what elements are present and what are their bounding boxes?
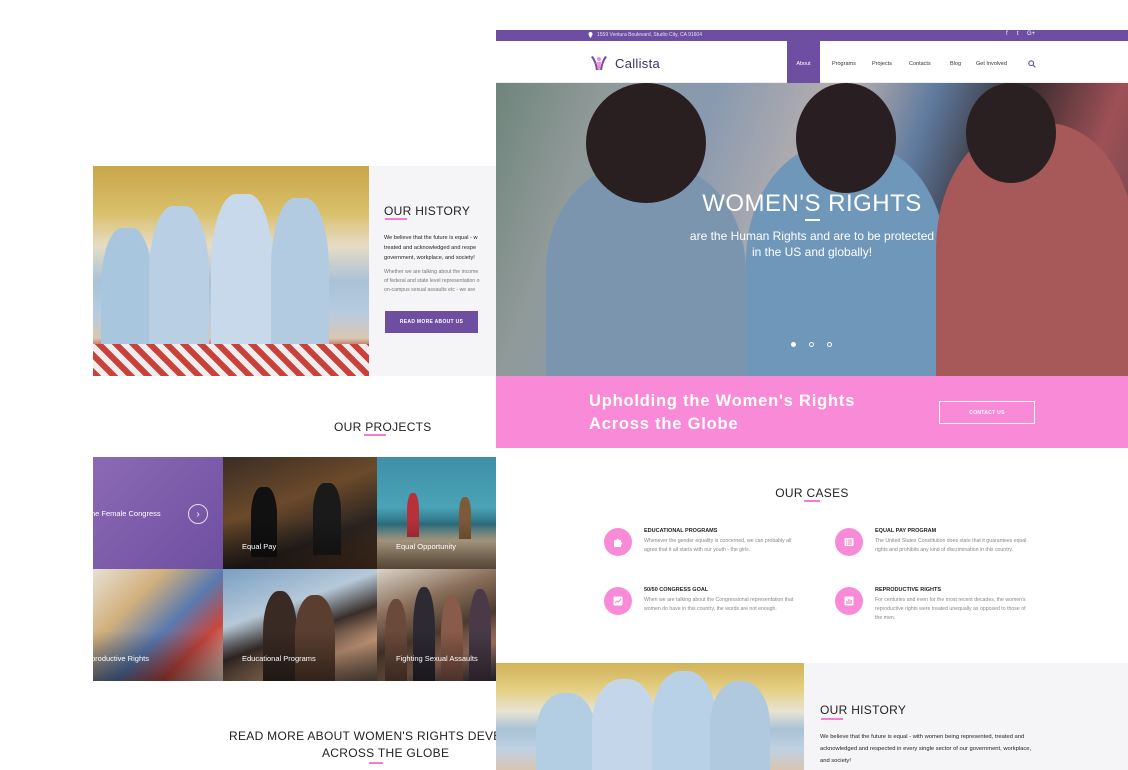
google-plus-icon[interactable]: G+ xyxy=(1027,31,1035,37)
history-lead-line: treated and acknowledged and respe xyxy=(384,245,477,251)
nav-item-get-involved[interactable]: Get Involved xyxy=(976,61,1007,67)
project-tile-equal-pay[interactable]: Equal Pay xyxy=(223,457,377,569)
title-underline xyxy=(804,500,820,502)
cases-title: OUR CASES xyxy=(775,486,849,500)
chart-icon xyxy=(604,587,632,615)
history-text: We believe that the future is equal - wi… xyxy=(820,734,1032,764)
project-tile-label: Educational Programs xyxy=(242,654,316,663)
top-bar: 1559 Ventura Boulevard, Studio City, CA … xyxy=(496,30,1128,41)
contact-us-button[interactable]: CONTACT US xyxy=(939,401,1035,424)
project-tile-fighting-sexual-assaults[interactable]: Fighting Sexual Assaults xyxy=(377,569,496,681)
hero-subtitle-line: in the US and globally! xyxy=(751,245,873,259)
history-lead-line: government, workplace, and society! xyxy=(384,255,475,261)
slider-dot[interactable] xyxy=(791,342,796,347)
case-text: When we are talking about the Congressio… xyxy=(644,597,794,613)
search-icon[interactable] xyxy=(1028,60,1036,68)
history-body-line: on-campus sexual assaults etc - we are xyxy=(384,287,476,293)
project-tile-female-congress[interactable]: he Female Congress › xyxy=(93,457,223,569)
site-logo-text[interactable]: Callista xyxy=(615,56,660,71)
history-title: OUR HISTORY xyxy=(820,703,907,717)
title-underline xyxy=(369,762,383,764)
puzzle-icon xyxy=(604,528,632,556)
volunteers-photo xyxy=(496,663,804,770)
projects-title: OUR PROJECTS xyxy=(334,420,432,434)
history-lead: We believe that the future is equal - w … xyxy=(384,233,496,263)
cta-title-line: Across the Globe xyxy=(589,415,739,433)
callista-logo-icon[interactable] xyxy=(589,54,609,72)
case-title: REPRODUCTIVE RIGHTS xyxy=(875,587,942,593)
project-tile-label: Equal Opportunity xyxy=(396,542,457,551)
history-lead-line: We believe that the future is equal - w xyxy=(384,235,478,241)
project-tile-label: Fighting Sexual Assaults xyxy=(396,654,478,663)
project-tile-label: productive Rights xyxy=(93,654,149,663)
twitter-icon[interactable]: t xyxy=(1017,31,1019,37)
nav-item-contacts[interactable]: Contacts xyxy=(909,61,931,67)
address-text: 1559 Ventura Boulevard, Studio City, CA … xyxy=(597,32,702,38)
case-text: Whenever the gender equality is concerne… xyxy=(644,538,792,554)
hero-title: WOMEN'S RIGHTS xyxy=(702,190,922,217)
hero-subtitle-line: are the Human Rights and are to be prote… xyxy=(689,229,935,243)
history-body: Whether we are talking about the income … xyxy=(384,268,496,295)
facebook-icon[interactable]: f xyxy=(1006,31,1008,37)
case-title: EDUCATIONAL PROGRAMS xyxy=(644,528,718,534)
bar-chart-icon xyxy=(835,587,863,615)
project-tile-label: Equal Pay xyxy=(242,542,277,551)
case-text: The United States Constitution does stat… xyxy=(875,538,1027,554)
history-body-line: of federal and state level representatio… xyxy=(384,278,480,284)
slider-dot[interactable] xyxy=(809,342,814,347)
title-underline xyxy=(364,434,386,436)
history-body-line: Whether we are talking about the income xyxy=(384,269,479,275)
project-tile-equal-opportunity[interactable]: Equal Opportunity xyxy=(377,457,496,569)
read-more-about-us-button[interactable]: READ MORE ABOUT US xyxy=(385,311,478,333)
location-pin-icon xyxy=(588,32,593,38)
hero-title-underline xyxy=(805,219,820,221)
project-tile-educational-programs[interactable]: Educational Programs xyxy=(223,569,377,681)
read-more-heading: READ MORE ABOUT WOMEN'S RIGHTS DEVELOPM xyxy=(229,729,496,743)
history-title: OUR HISTORY xyxy=(384,204,471,218)
cta-banner: Upholding the Women's Rights Across the … xyxy=(496,376,1128,448)
nav-item-about[interactable]: About xyxy=(787,41,820,83)
hero-subtitle: are the Human Rights and are to be prote… xyxy=(496,228,1128,260)
cta-title-line: Upholding the Women's Rights xyxy=(589,392,856,410)
slider-dot[interactable] xyxy=(827,342,832,347)
arrow-right-icon[interactable]: › xyxy=(188,504,208,524)
cta-title: Upholding the Women's Rights Across the … xyxy=(589,390,855,436)
list-icon xyxy=(835,528,863,556)
main-navigation: Callista About Programs Projects Contact… xyxy=(496,41,1128,83)
case-title: EQUAL PAY PROGRAM xyxy=(875,528,937,534)
case-text: For centuries and even for the most rece… xyxy=(875,597,1026,622)
nav-item-projects[interactable]: Projects xyxy=(872,61,892,67)
nav-item-blog[interactable]: Blog xyxy=(950,61,961,67)
homepage-preview: 1559 Ventura Boulevard, Studio City, CA … xyxy=(496,30,1128,770)
project-tile-label: he Female Congress xyxy=(93,509,161,518)
nav-item-programs[interactable]: Programs xyxy=(832,61,856,67)
title-underline xyxy=(821,718,843,720)
hero-slider: WOMEN'S RIGHTS are the Human Rights and … xyxy=(496,83,1128,376)
case-title: 50/50 CONGRESS GOAL xyxy=(644,587,709,593)
volunteers-photo xyxy=(93,166,369,376)
project-tile-reproductive-rights[interactable]: productive Rights xyxy=(93,569,223,681)
title-underline xyxy=(385,218,407,220)
nav-item-label: About xyxy=(796,61,811,67)
read-more-heading-line2: ACROSS THE GLOBE xyxy=(322,746,450,760)
